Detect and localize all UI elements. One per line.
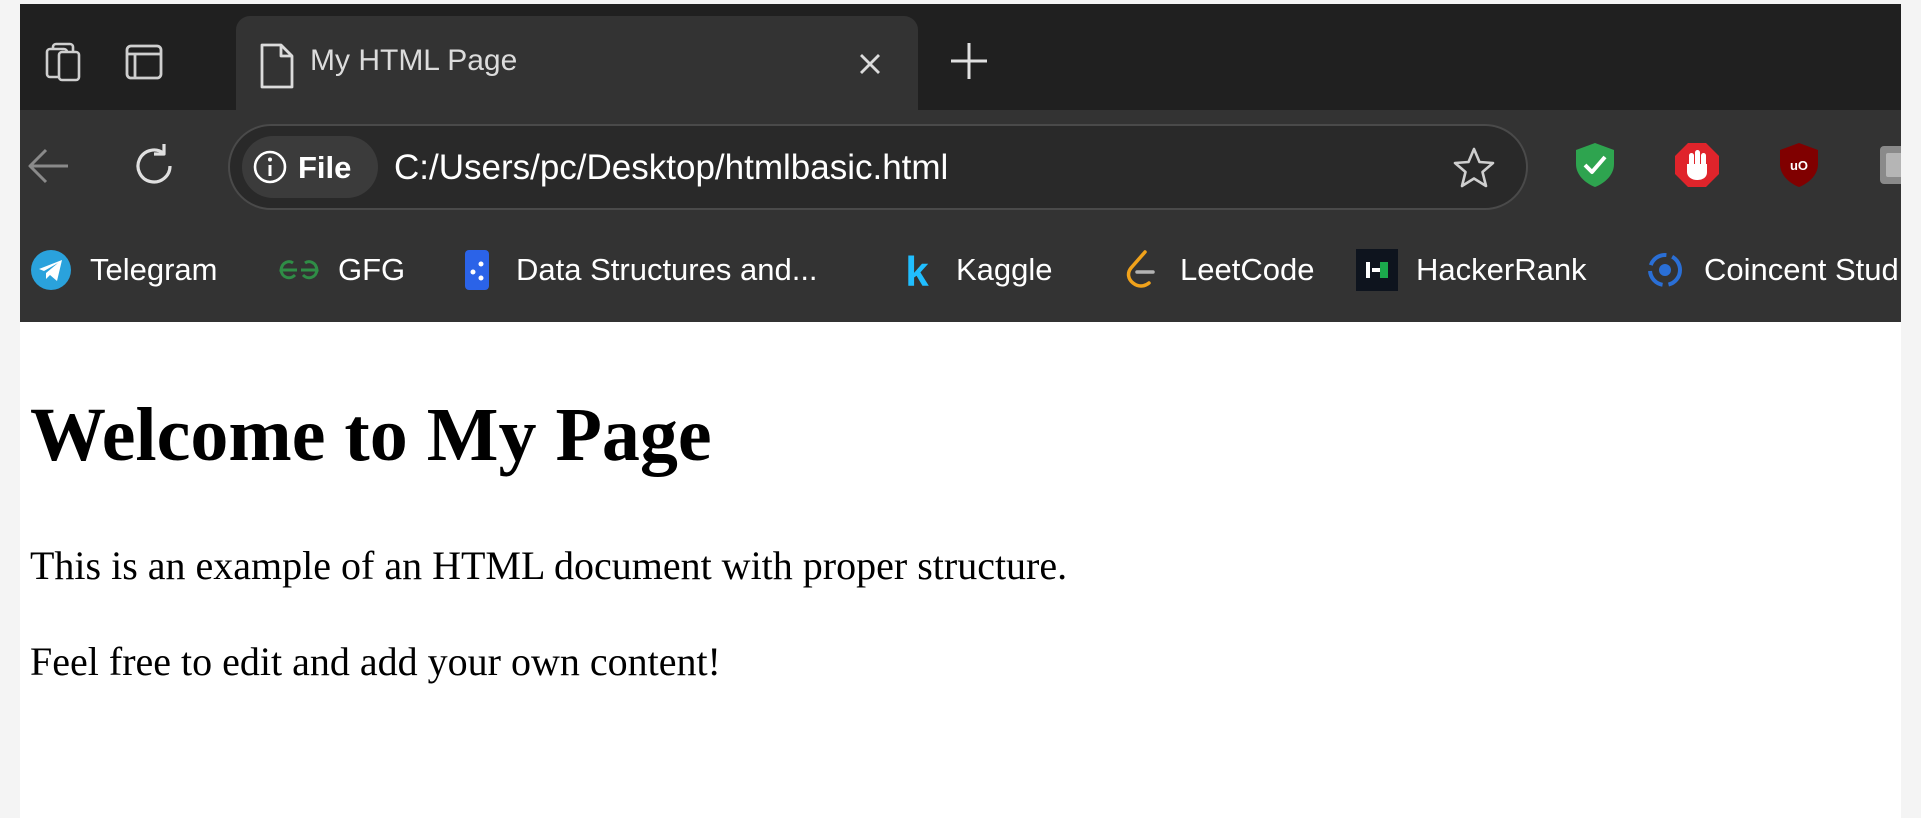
bookmark-kaggle[interactable]: k Kaggle [894, 240, 1053, 300]
page-icon [260, 43, 294, 89]
extension-icon[interactable] [1876, 140, 1901, 190]
shield-check-icon[interactable] [1570, 140, 1620, 190]
bookmark-label: Telegram [90, 252, 218, 287]
dsa-icon [454, 247, 500, 293]
page-heading: Welcome to My Page [30, 393, 712, 477]
kaggle-icon: k [894, 247, 940, 293]
site-info-label: File [298, 150, 352, 185]
workspaces-icon[interactable] [38, 38, 86, 86]
bookmark-label: GFG [338, 252, 406, 287]
bookmark-hackerrank[interactable]: HackerRank [1354, 240, 1587, 300]
paragraph: This is an example of an HTML document w… [30, 543, 1068, 588]
close-tab-icon[interactable] [852, 46, 888, 82]
favorite-star-icon[interactable] [1450, 144, 1498, 192]
refresh-icon[interactable] [126, 138, 182, 194]
paragraph: Feel free to edit and add your own conte… [30, 639, 721, 684]
bookmarks-bar: Telegram GFG Data Structures and... k Ka… [20, 220, 1901, 322]
svg-text:k: k [905, 248, 929, 292]
ublock-icon[interactable]: uO [1774, 140, 1824, 190]
bookmark-coincent[interactable]: Coincent Stud [1642, 240, 1899, 300]
bookmark-gfg[interactable]: GFG [276, 240, 405, 300]
bookmark-label: Coincent Stud [1704, 252, 1899, 287]
active-tab[interactable]: My HTML Page [236, 16, 918, 110]
bookmark-telegram[interactable]: Telegram [28, 240, 218, 300]
tab-title: My HTML Page [310, 44, 518, 77]
tab-actions-icon[interactable] [120, 38, 168, 86]
stop-hand-icon[interactable] [1672, 140, 1722, 190]
back-icon[interactable] [22, 138, 78, 194]
page-content: Welcome to My Page This is an example of… [20, 322, 1901, 818]
gfg-icon [276, 247, 322, 293]
bookmark-label: HackerRank [1416, 252, 1587, 287]
bookmark-label: LeetCode [1180, 252, 1315, 287]
site-info-chip[interactable]: File [242, 136, 378, 198]
browser-window: My HTML Page File C:/Users/pc/Desktop/ht… [20, 4, 1901, 818]
url-text[interactable]: C:/Users/pc/Desktop/htmlbasic.html [394, 148, 948, 188]
coincent-icon [1642, 247, 1688, 293]
bookmark-label: Kaggle [956, 252, 1053, 287]
svg-text:uO: uO [1790, 158, 1808, 173]
info-icon [253, 150, 287, 184]
bookmark-leetcode[interactable]: LeetCode [1118, 240, 1314, 300]
bookmark-label: Data Structures and... [516, 252, 818, 287]
leetcode-icon [1118, 247, 1164, 293]
telegram-icon [28, 247, 74, 293]
bookmark-dsa[interactable]: Data Structures and... [454, 240, 818, 300]
address-bar[interactable]: File C:/Users/pc/Desktop/htmlbasic.html [228, 124, 1528, 210]
tab-strip: My HTML Page [20, 4, 1901, 110]
new-tab-icon[interactable] [946, 38, 992, 84]
hackerrank-icon [1354, 247, 1400, 293]
navigation-toolbar: File C:/Users/pc/Desktop/htmlbasic.html … [20, 110, 1901, 220]
